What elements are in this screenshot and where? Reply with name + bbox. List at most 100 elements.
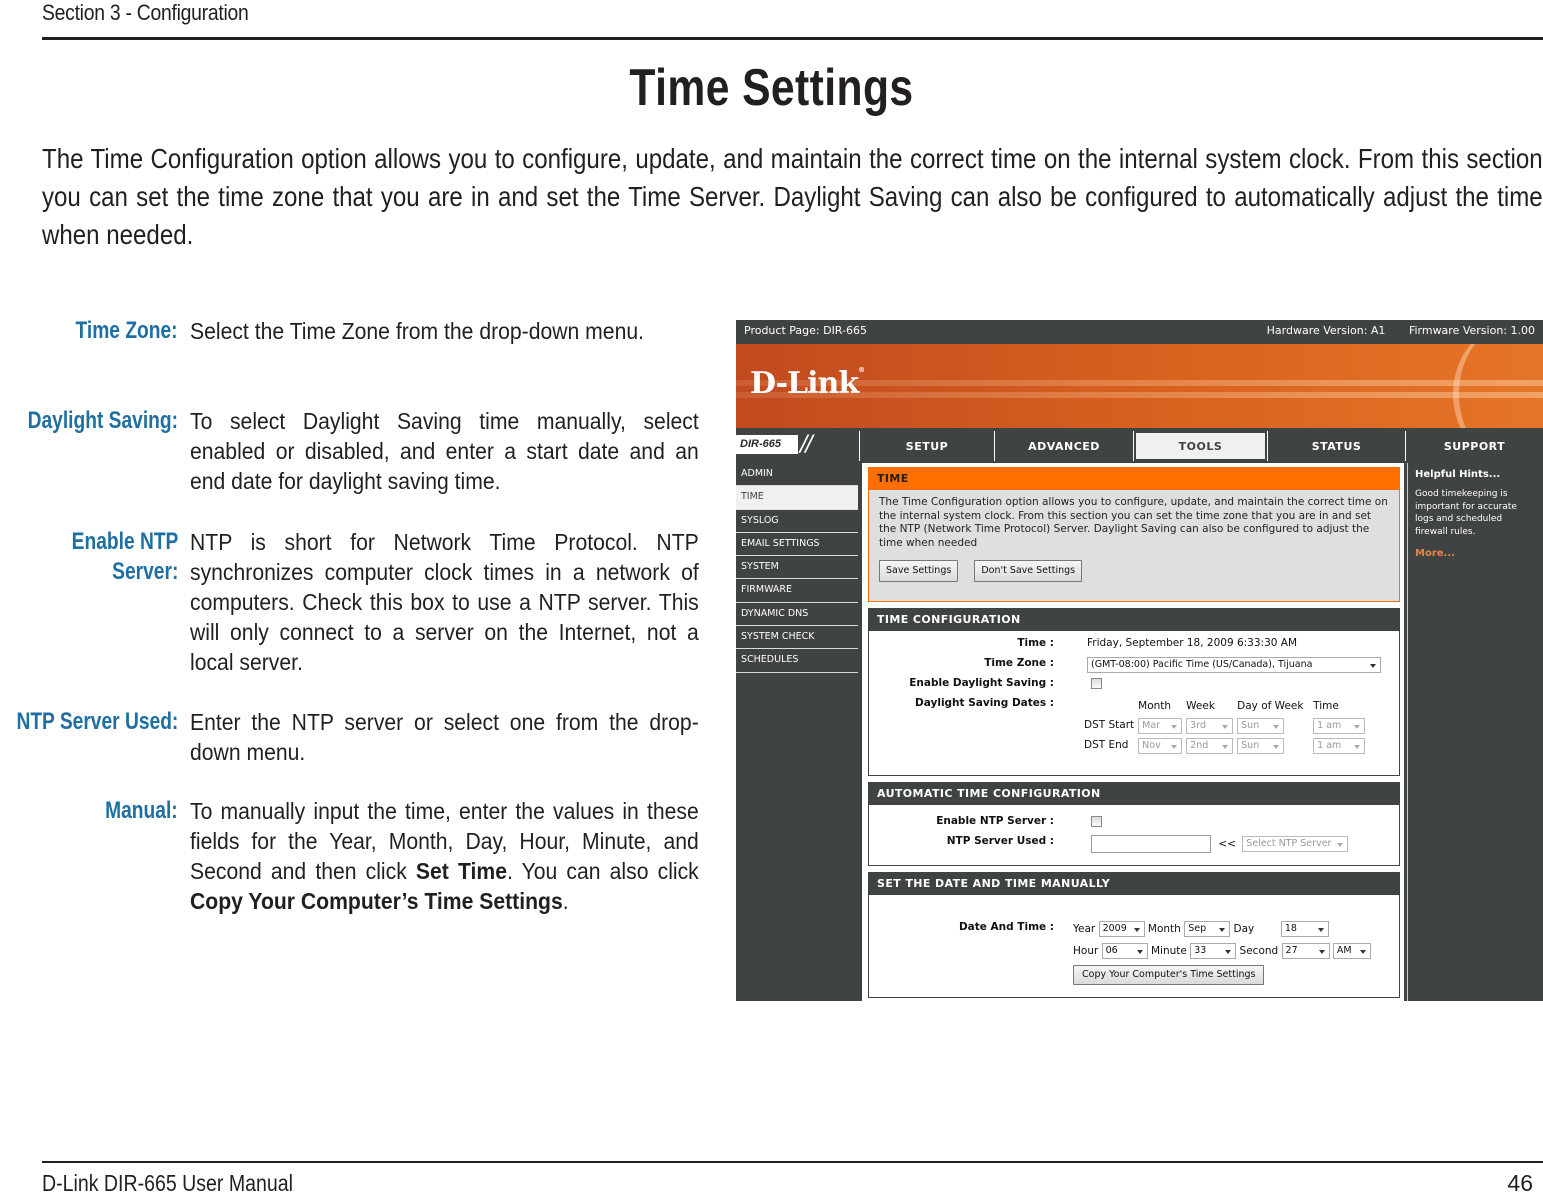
enable-dst-checkbox[interactable] — [1091, 677, 1102, 689]
desc-text-part: . — [562, 888, 569, 914]
dst-end-week-select[interactable]: 2nd — [1186, 737, 1234, 754]
day-select[interactable]: 18 — [1280, 921, 1329, 937]
enable-ntp-label: Enable NTP Server : — [936, 815, 1054, 827]
header-rule — [42, 37, 1543, 40]
dst-end-time-select[interactable]: 1 am — [1313, 737, 1366, 754]
ampm-select[interactable]: AM — [1332, 943, 1371, 959]
copy-computer-time-button[interactable]: Copy Your Computer's Time Settings — [1073, 965, 1265, 985]
enable-dst-label: Enable Daylight Saving : — [909, 677, 1054, 689]
time-zone-label: Time Zone : — [984, 657, 1054, 669]
time-box-body: The Time Configuration option allows you… — [869, 490, 1399, 601]
chevron-down-icon — [1219, 928, 1226, 932]
save-settings-button[interactable]: Save Settings — [879, 560, 959, 582]
manual-time-header: SET THE DATE AND TIME MANUALLY — [869, 873, 1399, 895]
router-screenshot: Product Page: DIR-665 Hardware Version: … — [736, 320, 1543, 1001]
dst-col-dow: Day of Week — [1237, 700, 1304, 712]
model-badge: DIR-665 // — [736, 431, 859, 461]
firmware-version: Firmware Version: 1.00 — [1408, 323, 1535, 337]
ntp-used-field: << Select NTP Server — [1091, 835, 1349, 853]
dst-start-dow-cell: Sun — [1236, 717, 1310, 735]
date-time-label: Date And Time : — [958, 921, 1054, 933]
month-select[interactable]: Sep — [1184, 921, 1231, 937]
ntp-server-select[interactable]: Select NTP Server — [1242, 836, 1349, 852]
hour-select[interactable]: 06 — [1101, 943, 1148, 959]
dont-save-settings-button[interactable]: Don't Save Settings — [974, 560, 1083, 582]
tab-tools[interactable]: TOOLS — [1134, 431, 1267, 461]
time-box: TIME The Time Configuration option allow… — [868, 467, 1400, 602]
desc-text: Enter the NTP server or select one from … — [190, 709, 699, 765]
sidebar-item-schedules[interactable]: SCHEDULES — [736, 649, 858, 673]
chevron-down-icon — [1318, 950, 1325, 954]
chevron-down-icon — [1222, 724, 1229, 729]
hints-more-link[interactable]: More... — [1415, 548, 1536, 559]
time-label: Time : — [1017, 637, 1054, 649]
dst-start-dow-select[interactable]: Sun — [1237, 717, 1285, 734]
dst-end-time-cell: 1 am — [1312, 737, 1366, 755]
tab-status[interactable]: STATUS — [1268, 431, 1405, 461]
tab-advanced[interactable]: ADVANCED — [995, 431, 1133, 461]
dst-col-month: Month — [1138, 700, 1172, 712]
dst-start-time-select[interactable]: 1 am — [1313, 717, 1366, 734]
chevron-down-icon — [1133, 928, 1140, 932]
chevron-down-icon — [1222, 744, 1229, 749]
manual-time-box: SET THE DATE AND TIME MANUALLY Date And … — [868, 872, 1400, 998]
dst-start-month-select[interactable]: Mar — [1138, 717, 1183, 734]
sidebar-item-dynamic-dns[interactable]: DYNAMIC DNS — [736, 603, 858, 627]
time-fields-row: Hour 06 Minute 33 Second 27 AM — [879, 943, 1389, 965]
helpful-hints: Helpful Hints... Good timekeeping is imp… — [1407, 463, 1543, 1001]
sidebar-item-email-settings[interactable]: EMAIL SETTINGS — [736, 533, 858, 557]
registered-mark: ® — [858, 366, 865, 374]
sidebar-item-time[interactable]: TIME — [736, 486, 858, 510]
desc-bold-set-time: Set Time — [415, 858, 507, 884]
desc-text: Select the Time Zone from the drop-down … — [190, 318, 644, 344]
enable-ntp-checkbox[interactable] — [1091, 815, 1102, 827]
dst-start-week-cell: 3rd — [1185, 717, 1234, 735]
dst-start-week-select[interactable]: 3rd — [1186, 717, 1234, 734]
time-fields: Hour 06 Minute 33 Second 27 AM — [1073, 943, 1371, 959]
select-value: 27 — [1285, 945, 1298, 956]
tab-support[interactable]: SUPPORT — [1406, 431, 1543, 461]
time-box-header: TIME — [869, 468, 1399, 490]
time-zone-row: Time Zone : (GMT-08:00) Pacific Time (US… — [879, 657, 1389, 677]
year-select[interactable]: 2009 — [1098, 921, 1145, 937]
hints-title: Helpful Hints... — [1415, 469, 1501, 480]
copy-field: Copy Your Computer's Time Settings — [1073, 965, 1280, 985]
time-zone-select[interactable]: (GMT-08:00) Pacific Time (US/Canada), Ti… — [1087, 657, 1381, 673]
dst-end-row: DST End Nov 2nd Sun 1 am — [1083, 737, 1366, 755]
dst-end-dow-select[interactable]: Sun — [1237, 737, 1285, 754]
select-value: Select NTP Server — [1246, 838, 1332, 849]
second-label: Second — [1239, 945, 1279, 957]
desc-label: NTP Server Used: — [16, 708, 178, 735]
chevron-down-icon — [1136, 950, 1143, 954]
current-time-value: Friday, September 18, 2009 6:33:30 AM — [1087, 637, 1298, 649]
select-value: Sun — [1241, 719, 1260, 731]
tab-setup[interactable]: SETUP — [860, 431, 994, 461]
sidebar-item-firmware[interactable]: FIRMWARE — [736, 579, 858, 603]
dst-end-month-select[interactable]: Nov — [1138, 737, 1183, 754]
banner-swoosh — [1453, 344, 1543, 428]
sidebar-item-admin[interactable]: ADMIN — [736, 463, 858, 487]
section-header: Section 3 - Configuration — [42, 0, 249, 25]
desc-label: Manual: — [105, 797, 178, 824]
sidebar-item-system-check[interactable]: SYSTEM CHECK — [736, 626, 858, 650]
router-nav: DIR-665 // SETUP ADVANCED TOOLS STATUS S… — [736, 431, 1543, 461]
second-select[interactable]: 27 — [1281, 943, 1330, 959]
dst-start-row: DST Start Mar 3rd Sun 1 am — [1083, 717, 1366, 735]
sidebar-item-system[interactable]: SYSTEM — [736, 556, 858, 580]
desc-label-line: Enable NTP — [71, 528, 178, 555]
chevron-down-icon — [1317, 928, 1324, 932]
sidebar-item-syslog[interactable]: SYSLOG — [736, 510, 858, 533]
auto-time-config-box: AUTOMATIC TIME CONFIGURATION Enable NTP … — [868, 782, 1400, 866]
time-box-text: The Time Configuration option allows you… — [879, 496, 1388, 549]
hardware-version: Hardware Version: A1 — [1266, 323, 1386, 337]
dst-header-empty — [1083, 699, 1135, 715]
time-zone-value: (GMT-08:00) Pacific Time (US/Canada), Ti… — [1091, 659, 1313, 670]
desc-label-line: Server: — [111, 558, 178, 585]
chevron-down-icon — [1225, 950, 1232, 954]
select-value: 33 — [1194, 945, 1207, 956]
minute-select[interactable]: 33 — [1190, 943, 1237, 959]
ntp-server-input[interactable] — [1091, 835, 1211, 853]
version-info: Hardware Version: A1 Firmware Version: 1… — [1247, 324, 1535, 337]
select-value: 3rd — [1190, 719, 1206, 731]
enable-ntp-field — [1091, 815, 1102, 829]
